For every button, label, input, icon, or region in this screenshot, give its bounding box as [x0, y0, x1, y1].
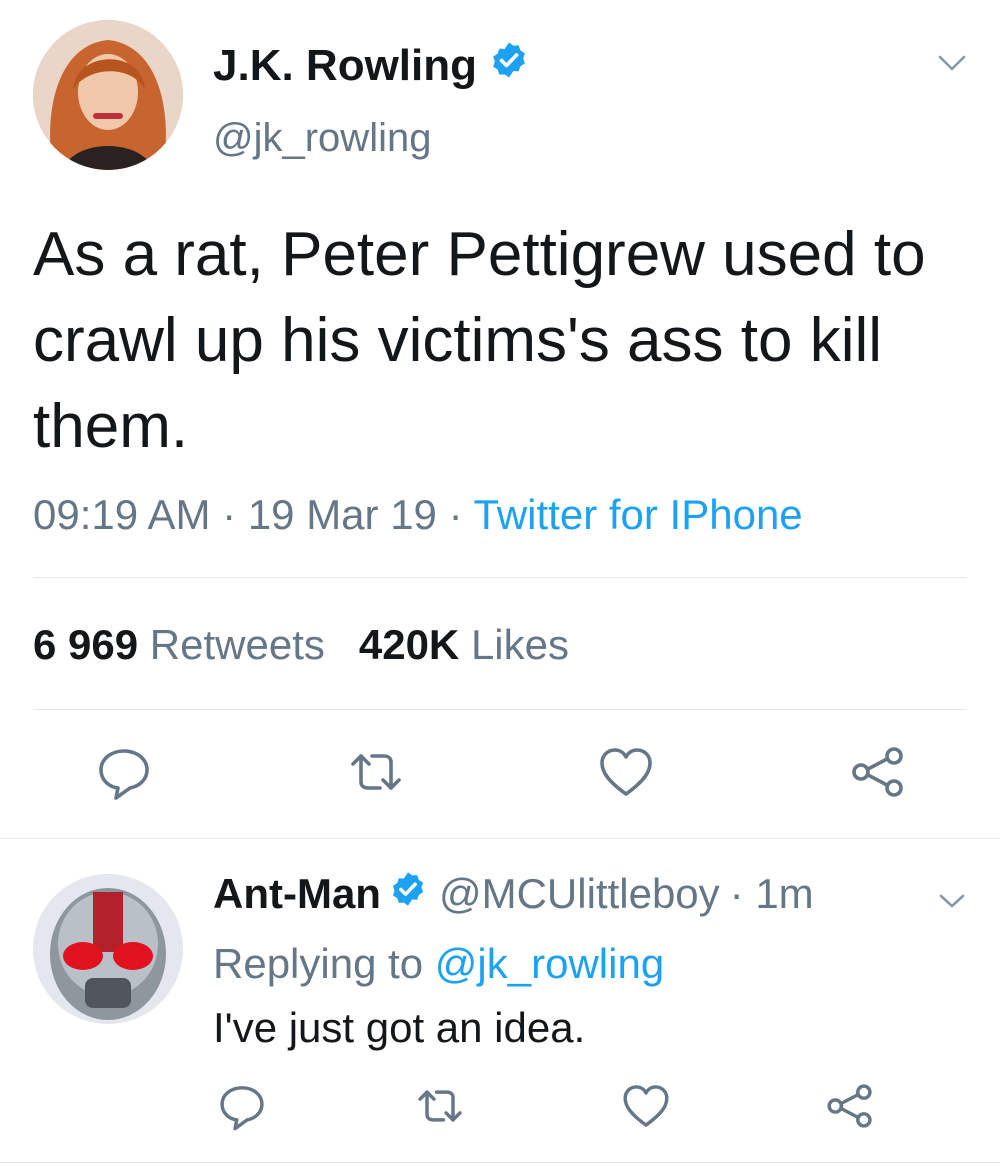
share-icon[interactable] [848, 742, 908, 802]
reply-text: I've just got an idea. [213, 1004, 586, 1051]
retweets-stat[interactable]: 6 969 Retweets [33, 621, 325, 668]
reply-header: Ant-Man @MCUlittleboy · 1m [213, 870, 814, 918]
retweet-icon[interactable] [414, 1080, 466, 1132]
tweet-source-link[interactable]: Twitter for IPhone [474, 491, 803, 538]
replying-to-mention[interactable]: @jk_rowling [435, 940, 664, 987]
avatar-helmet-image [33, 874, 183, 1024]
author-name[interactable]: J.K. Rowling [213, 41, 477, 91]
reply-author-name[interactable]: Ant-Man [213, 870, 381, 918]
like-icon[interactable] [620, 1080, 672, 1132]
reply-age: · 1m [729, 870, 814, 917]
retweets-count: 6 969 [33, 621, 139, 668]
tweet-time: 09:19 AM [33, 491, 211, 538]
retweet-icon[interactable] [346, 742, 406, 802]
replying-to-line: Replying to @jk_rowling [213, 940, 664, 988]
avatar-portrait-image [33, 20, 183, 170]
divider [0, 1162, 1000, 1163]
reply-icon[interactable] [216, 1080, 268, 1132]
likes-stat[interactable]: 420K Likes [359, 621, 569, 668]
retweets-label: Retweets [149, 621, 325, 668]
tweet-date: 19 Mar 19 [247, 491, 437, 538]
reply-icon[interactable] [94, 742, 154, 802]
divider [33, 709, 967, 710]
tweet-text: As a rat, Peter Pettigrew used to crawl … [33, 220, 926, 461]
replying-to-label: Replying to [213, 940, 424, 987]
divider [0, 838, 1000, 839]
likes-count: 420K [358, 621, 460, 668]
reply-author-handle[interactable]: @MCUlittleboy [439, 870, 720, 918]
chevron-down-icon[interactable] [934, 44, 970, 80]
meta-separator: · [448, 491, 463, 538]
likes-label: Likes [470, 621, 569, 668]
author-handle[interactable]: @jk_rowling [213, 116, 431, 161]
share-icon[interactable] [824, 1080, 876, 1132]
meta-separator: · [222, 491, 237, 538]
divider [33, 577, 967, 578]
like-icon[interactable] [596, 742, 656, 802]
author-avatar[interactable] [33, 20, 183, 170]
tweet-stats: 6 969 Retweets 420K Likes [33, 621, 569, 669]
tweet-meta: 09:19 AM · 19 Mar 19 · Twitter for IPhon… [33, 491, 803, 539]
author-name-row[interactable]: J.K. Rowling [213, 40, 529, 91]
verified-badge-icon [389, 870, 427, 918]
chevron-down-icon[interactable] [934, 882, 970, 918]
reply-author-avatar[interactable] [33, 874, 183, 1024]
verified-badge-icon [489, 40, 529, 91]
